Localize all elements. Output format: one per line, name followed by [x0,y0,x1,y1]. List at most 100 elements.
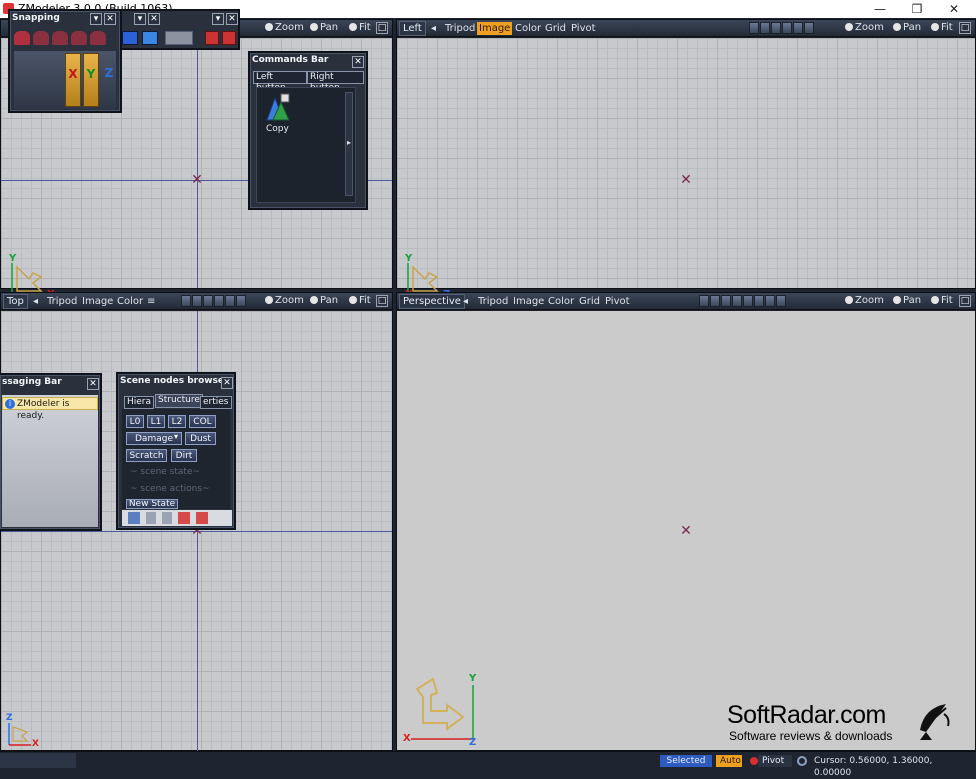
magnet-icon[interactable] [14,31,30,45]
viewport-left-name[interactable]: Left [399,21,426,36]
viewport-toolbar-icons[interactable] [181,295,246,308]
menu-grid[interactable]: Grid [545,22,566,35]
viewport-perspective-canvas[interactable]: ✕ Y Z X [397,311,975,750]
light-icon[interactable] [214,295,224,307]
viewport-toolbar-icons[interactable] [749,22,814,35]
menu-image[interactable]: Image [513,295,544,308]
copy-command[interactable]: Copy [261,92,293,138]
pan-tool[interactable]: Pan [893,22,921,33]
solid-icon[interactable] [192,295,202,307]
normals-icon[interactable] [743,295,753,307]
close-icon[interactable]: ✕ [226,13,238,25]
close-icon[interactable]: ✕ [352,56,364,68]
wireframe-icon[interactable] [749,22,759,34]
chevron-down-icon[interactable]: ▾ [90,13,102,25]
magnet-icon[interactable] [71,31,87,45]
zoom-tool[interactable]: Zoom [265,295,304,306]
pivot-mode-button[interactable]: Pivot [758,755,792,767]
red-tool-icon[interactable] [205,31,219,45]
auto-mode-button[interactable]: Auto [716,755,742,767]
close-icon[interactable]: ✕ [221,377,233,389]
menu-image-selected[interactable]: Image [477,22,513,35]
menu-color[interactable]: Color [117,295,143,308]
wireframe-icon[interactable] [699,295,709,307]
magnet-icon[interactable] [33,31,49,45]
dirt-button[interactable]: Dirt [171,449,197,462]
selected-mode-button[interactable]: Selected [660,755,712,767]
lod2-button[interactable]: L2 [168,415,186,428]
zoom-tool[interactable]: Zoom [845,22,884,33]
chevron-left-icon[interactable]: ◂ [33,295,38,308]
tab-structure[interactable]: Structure [155,394,203,408]
close-icon[interactable]: ✕ [148,13,160,25]
wireframe-icon[interactable] [181,295,191,307]
pan-tool[interactable]: Pan [310,22,338,33]
fit-tool[interactable]: Fit [931,295,953,306]
chevron-left-icon[interactable]: ◂ [463,295,468,308]
camera-icon[interactable] [776,295,786,307]
pan-tool[interactable]: Pan [893,295,921,306]
texture-icon[interactable] [771,22,781,34]
new-state-button[interactable]: New State [126,499,178,509]
viewport-perspective-name[interactable]: Perspective [399,294,465,309]
refresh-icon[interactable] [797,756,807,766]
menu-more-icon[interactable]: ≡ [147,295,155,308]
link-icon[interactable] [122,31,138,45]
snap-axis-y[interactable]: Y [83,53,99,107]
light-icon[interactable] [732,295,742,307]
chevron-down-icon[interactable]: ▾ [212,13,224,25]
lod1-button[interactable]: L1 [147,415,165,428]
tab-hierarchy[interactable]: Hiera [124,396,155,409]
close-icon[interactable]: ✕ [104,13,116,25]
bulb-icon[interactable] [765,295,775,307]
node-icon[interactable] [128,512,140,524]
chevron-down-icon[interactable]: ▾ [134,13,146,25]
fit-tool[interactable]: Fit [349,295,371,306]
tab-right-button[interactable]: Right button [307,71,364,93]
viewport-perspective[interactable]: Perspective ◂ Tripod Image Color Grid Pi… [396,292,976,751]
chevron-left-icon[interactable]: ◂ [431,22,436,35]
close-icon[interactable]: ✕ [87,378,99,390]
collision-button[interactable]: COL [189,415,216,428]
magnet-icon[interactable] [90,31,106,45]
list-icon-2[interactable] [162,512,172,524]
tab-left-button[interactable]: Left button [253,71,307,93]
solid-icon[interactable] [710,295,720,307]
maximize-viewport-button[interactable]: □ [376,22,388,34]
minimize-button[interactable]: — [862,0,898,18]
camera-icon[interactable] [804,22,814,34]
restore-button[interactable]: ❐ [899,0,935,18]
texture-icon[interactable] [203,295,213,307]
normals-icon[interactable] [793,22,803,34]
move-down-icon[interactable] [196,512,208,524]
snap-axis-x[interactable]: X [65,53,81,107]
snap-axis-z[interactable]: Z [102,53,116,107]
menu-pivot[interactable]: Pivot [571,22,596,35]
dust-button[interactable]: Dust [185,432,216,445]
viewport-left[interactable]: Left ◂ Tripod Image Color Grid Pivot Zoo… [396,19,976,300]
dropdown-field[interactable] [165,31,193,45]
chevron-down-icon[interactable]: ▾ [174,432,178,441]
paint-icon[interactable] [142,31,158,45]
texture-icon[interactable] [721,295,731,307]
maximize-viewport-button[interactable]: □ [959,22,971,34]
viewport-top-name[interactable]: Top [3,294,28,309]
menu-image[interactable]: Image [82,295,113,308]
move-up-icon[interactable] [178,512,190,524]
viewport-toolbar-icons[interactable] [699,295,786,308]
menu-tripod[interactable]: Tripod [445,22,475,35]
lod0-button[interactable]: L0 [126,415,144,428]
maximize-viewport-button[interactable]: □ [959,295,971,307]
menu-pivot[interactable]: Pivot [605,295,630,308]
menu-color[interactable]: Color [548,295,574,308]
zoom-tool[interactable]: Zoom [265,22,304,33]
magnet-icon[interactable] [52,31,68,45]
menu-tripod[interactable]: Tripod [478,295,508,308]
pan-tool[interactable]: Pan [310,295,338,306]
checker-icon[interactable] [754,295,764,307]
camera-icon[interactable] [236,295,246,307]
menu-tripod[interactable]: Tripod [47,295,77,308]
close-button[interactable]: ✕ [936,0,972,18]
solid-icon[interactable] [760,22,770,34]
chevron-right-icon[interactable]: ▸ [347,138,351,147]
